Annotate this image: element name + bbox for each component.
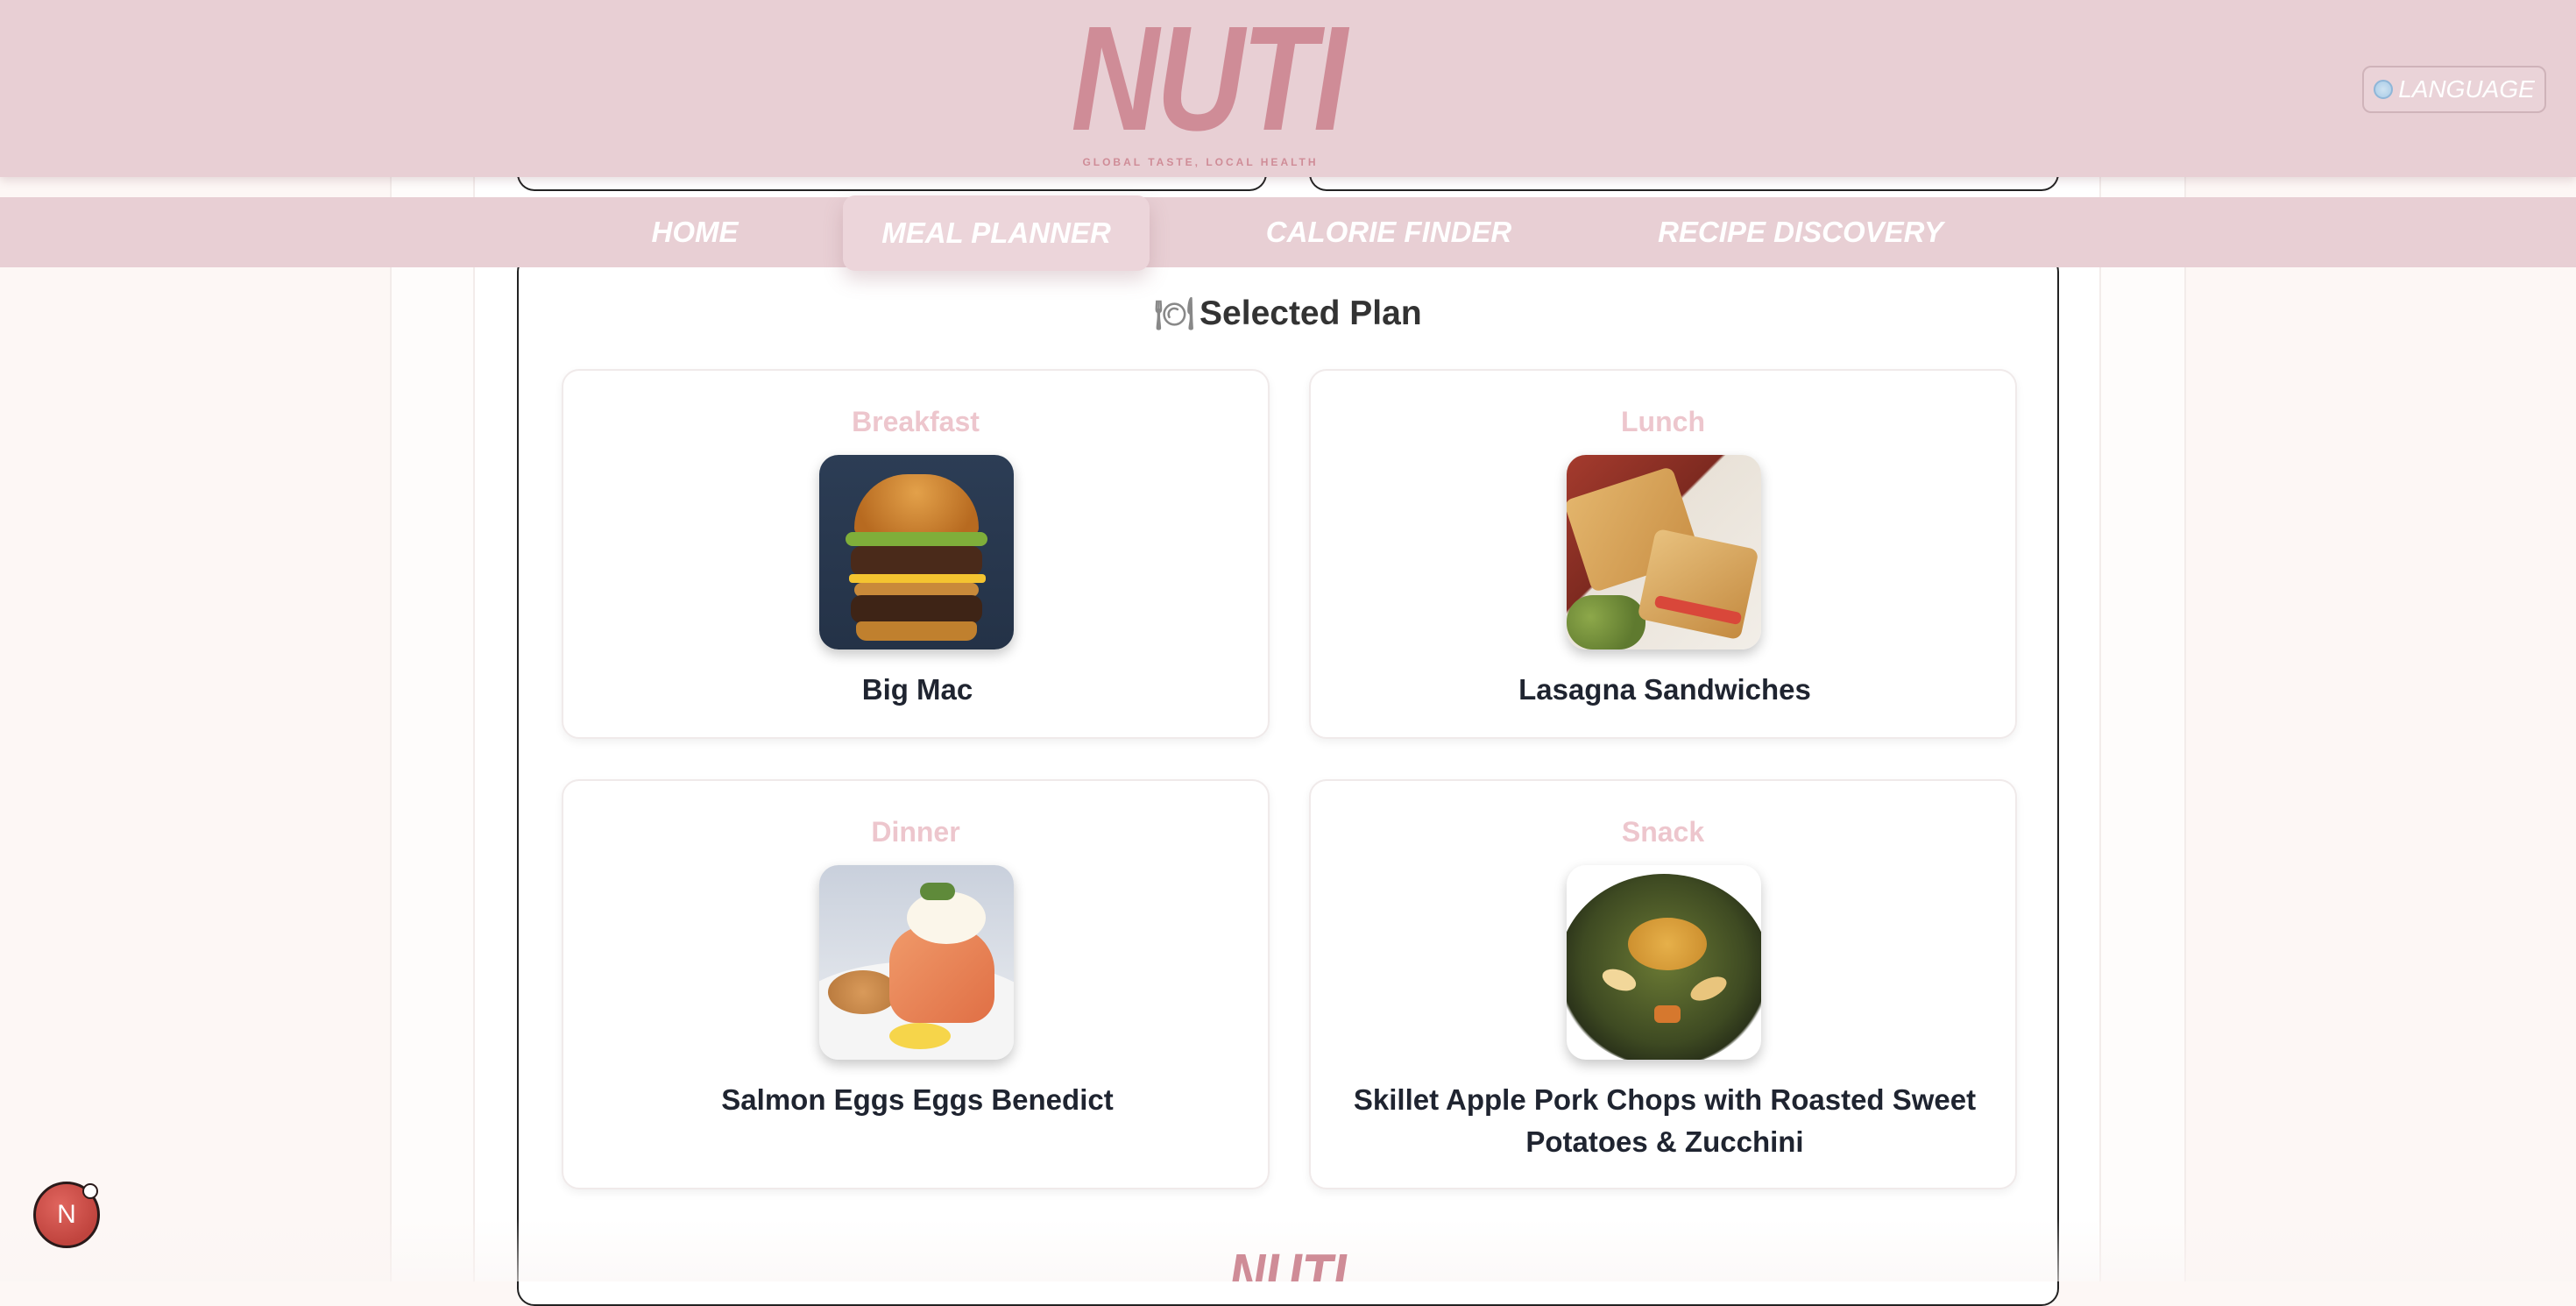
meal-name: Skillet Apple Pork Chops with Roasted Sw… bbox=[1353, 1083, 1977, 1158]
language-button[interactable]: LANGUAGE bbox=[2362, 66, 2546, 113]
notification-dot-icon bbox=[82, 1183, 98, 1199]
meal-image-lasagna-sandwiches bbox=[1567, 455, 1761, 649]
meal-card-snack[interactable]: Snack Skillet Apple Pork Chops with Roas… bbox=[1309, 779, 2017, 1189]
meal-image-skillet-apple-pork-chops bbox=[1567, 865, 1761, 1060]
main-nav: HOME MEAL PLANNER CALORIE FINDER RECIPE … bbox=[0, 195, 2576, 271]
language-label: LANGUAGE bbox=[2398, 75, 2535, 103]
meal-card-dinner[interactable]: Dinner Salmon Eggs Eggs Benedict bbox=[562, 779, 1270, 1189]
site-logo[interactable]: NUTI GLOBAL TASTE, LOCAL HEALTH bbox=[1043, 0, 1358, 175]
meal-image-big-mac bbox=[819, 455, 1014, 649]
site-header: NUTI GLOBAL TASTE, LOCAL HEALTH LANGUAGE bbox=[0, 0, 2576, 177]
plan-title-text: Selected Plan bbox=[1200, 295, 1422, 332]
meal-name: Salmon Eggs Eggs Benedict bbox=[721, 1083, 1114, 1116]
meal-card-breakfast[interactable]: Breakfast Big Mac bbox=[562, 369, 1270, 739]
meal-name: Lasagna Sandwiches bbox=[1518, 673, 1811, 706]
logo-text: NUTI bbox=[1071, 0, 1347, 162]
plan-title: 🍽 Selected Plan bbox=[0, 295, 2576, 333]
footer-logo-text: NUTI bbox=[1229, 1245, 1347, 1281]
meal-label: Lunch bbox=[1621, 406, 1705, 437]
meal-label: Dinner bbox=[871, 816, 960, 848]
nav-item-recipe-discovery[interactable]: RECIPE DISCOVERY bbox=[1638, 197, 1963, 267]
meal-label: Breakfast bbox=[852, 406, 980, 437]
nav-item-calorie-finder[interactable]: CALORIE FINDER bbox=[1244, 197, 1533, 267]
nav-item-meal-planner[interactable]: MEAL PLANNER bbox=[843, 195, 1150, 271]
meal-card-lunch[interactable]: Lunch Lasagna Sandwiches bbox=[1309, 369, 2017, 739]
footer-logo: NUTI bbox=[0, 1245, 2576, 1281]
plate-cutlery-icon: 🍽 bbox=[1154, 295, 1195, 331]
meal-name: Big Mac bbox=[861, 673, 973, 706]
meal-label: Snack bbox=[1621, 816, 1705, 848]
globe-icon bbox=[2374, 80, 2394, 99]
fab-label: N bbox=[57, 1200, 76, 1229]
meal-image-salmon-eggs-benedict bbox=[819, 865, 1014, 1060]
nav-item-home[interactable]: HOME bbox=[613, 197, 776, 267]
